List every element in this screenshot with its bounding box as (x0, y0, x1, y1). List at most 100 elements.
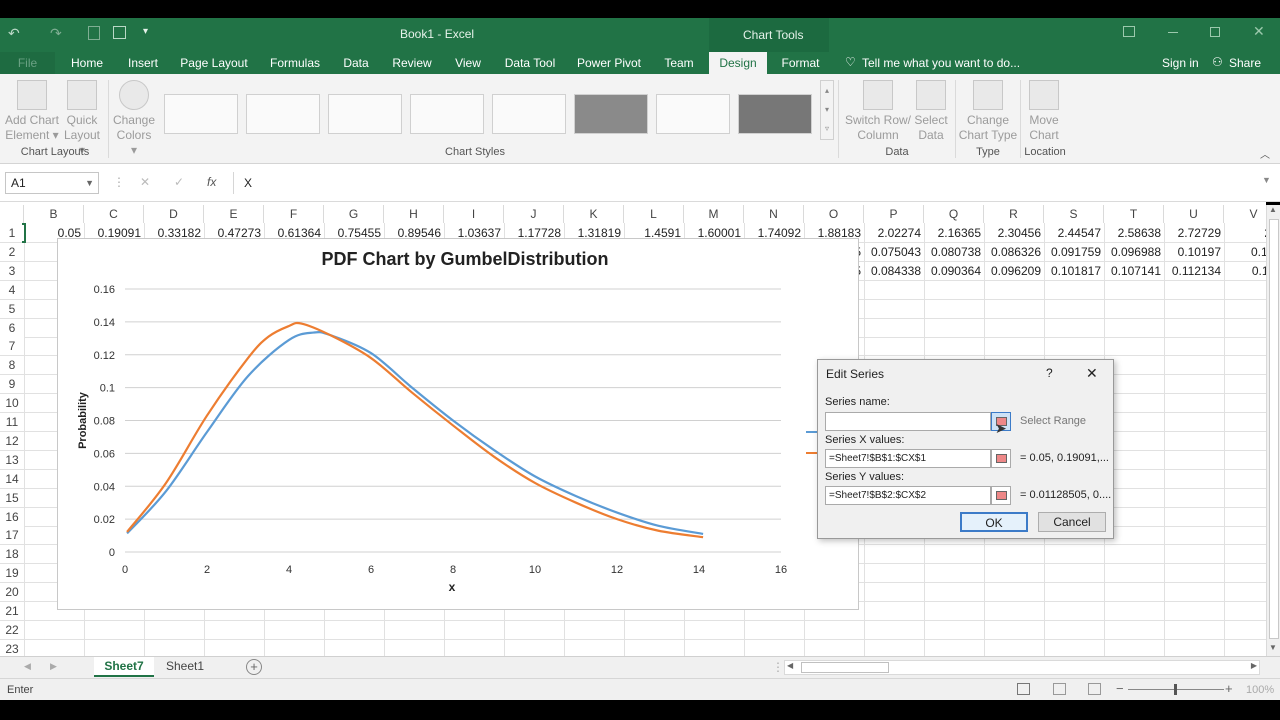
dialog-help-button[interactable]: ? (1046, 366, 1053, 380)
tab-home[interactable]: Home (62, 52, 112, 74)
page-break-view-icon[interactable] (1088, 683, 1101, 695)
share-button[interactable]: Share (1229, 56, 1261, 70)
ribbon-display-icon[interactable] (1123, 26, 1135, 37)
horizontal-scroll-thumb[interactable] (801, 662, 889, 673)
row-header[interactable]: 19 (0, 564, 24, 584)
column-header[interactable]: G (324, 205, 384, 223)
tab-view[interactable]: View (450, 52, 486, 74)
expand-formula-bar-icon[interactable]: ▼ (1262, 175, 1271, 185)
series-x-input[interactable]: =Sheet7!$B$1:$CX$1 (825, 449, 991, 468)
cell-row2[interactable]: 0.091759 (1044, 243, 1104, 262)
series-name-input[interactable] (825, 412, 991, 431)
sheet-tab-sheet1[interactable]: Sheet1 (156, 657, 214, 677)
cell-row3[interactable]: 0.116 (1224, 262, 1266, 281)
formula-content[interactable]: X (244, 176, 252, 190)
row-header[interactable]: 16 (0, 507, 24, 527)
row-header[interactable]: 7 (0, 337, 24, 357)
horizontal-scrollbar[interactable]: ◀ ▶ (784, 660, 1260, 675)
row-header[interactable]: 15 (0, 488, 24, 508)
cell-row2[interactable]: 0.075043 (864, 243, 924, 262)
row-header[interactable]: 9 (0, 375, 24, 395)
column-header[interactable]: B (24, 205, 84, 223)
normal-view-icon[interactable] (1017, 683, 1030, 695)
chart-style-2[interactable] (246, 94, 320, 134)
change-colors-button[interactable]: Change Colors ▾ (112, 80, 156, 158)
row-header[interactable]: 20 (0, 583, 24, 603)
name-box-dropdown-icon[interactable]: ▼ (85, 173, 94, 193)
cell-row1[interactable]: 2.30456 (984, 224, 1044, 243)
tab-data[interactable]: Data (338, 52, 374, 74)
cell-row1[interactable]: 2.16365 (924, 224, 984, 243)
row-header[interactable]: 12 (0, 431, 24, 451)
collapse-ribbon-icon[interactable]: ︿ (1260, 146, 1270, 161)
tab-power-pivot[interactable]: Power Pivot (574, 52, 644, 74)
chart-style-3[interactable] (328, 94, 402, 134)
row-header[interactable]: 21 (0, 602, 24, 621)
close-window-icon[interactable]: ✕ (1253, 23, 1265, 40)
chart-area[interactable]: PDF Chart by GumbelDistribution 0 0.02 0.04… (57, 238, 859, 610)
dialog-close-icon[interactable]: ✕ (1086, 365, 1098, 382)
cell-row3[interactable]: 0.107141 (1104, 262, 1164, 281)
switch-row-column-button[interactable]: Switch Row/ Column (842, 80, 914, 143)
vertical-scrollbar[interactable]: ▲ ▼ (1266, 205, 1280, 656)
column-header[interactable]: V (1224, 205, 1266, 223)
zoom-level[interactable]: 100% (1246, 684, 1274, 696)
tab-design[interactable]: Design (709, 52, 767, 74)
column-header[interactable]: I (444, 205, 504, 223)
sheet-tab-sheet7[interactable]: Sheet7 (94, 657, 154, 677)
cell-row3[interactable]: 0.090364 (924, 262, 984, 281)
row-header[interactable]: 1 (0, 224, 24, 243)
sign-in-link[interactable]: Sign in (1162, 56, 1199, 70)
gallery-scroll[interactable]: ▴ ▾ ▿ (820, 80, 834, 140)
chart-style-6[interactable] (574, 94, 648, 134)
page-layout-view-icon[interactable] (1053, 683, 1066, 695)
column-header[interactable]: Q (924, 205, 984, 223)
series-x-range-button[interactable] (991, 449, 1011, 468)
select-data-button[interactable]: Select Data (910, 80, 952, 143)
tab-insert[interactable]: Insert (122, 52, 164, 74)
restore-icon[interactable] (1210, 27, 1220, 37)
chart-style-4[interactable] (410, 94, 484, 134)
cell-row1[interactable]: 2.58638 (1104, 224, 1164, 243)
zoom-in-icon[interactable]: + (1225, 681, 1233, 696)
print-preview-icon[interactable] (88, 26, 100, 40)
cell-row2[interactable]: 0.10197 (1164, 243, 1224, 262)
move-chart-button[interactable]: Move Chart (1022, 80, 1066, 143)
tab-split-handle-icon[interactable]: ⋮ (772, 660, 784, 674)
chart-style-8[interactable] (738, 94, 812, 134)
cell-row1[interactable]: 2.72729 (1164, 224, 1224, 243)
column-header[interactable]: H (384, 205, 444, 223)
cancel-button[interactable]: Cancel (1038, 512, 1106, 532)
zoom-out-icon[interactable]: − (1116, 681, 1124, 696)
tab-review[interactable]: Review (388, 52, 436, 74)
zoom-slider-thumb[interactable] (1174, 684, 1177, 695)
ok-button[interactable]: OK (960, 512, 1028, 532)
select-all-corner[interactable] (0, 205, 24, 223)
cell-row2[interactable]: 0.106 (1224, 243, 1266, 262)
column-header[interactable]: E (204, 205, 264, 223)
tab-formulas[interactable]: Formulas (266, 52, 324, 74)
row-header[interactable]: 4 (0, 280, 24, 300)
column-header[interactable]: T (1104, 205, 1164, 223)
chart-style-1[interactable] (164, 94, 238, 134)
tab-data-tool[interactable]: Data Tool (500, 52, 560, 74)
row-header[interactable]: 10 (0, 394, 24, 414)
row-header[interactable]: 5 (0, 299, 24, 319)
add-chart-element-button[interactable]: Add Chart Element ▾ (4, 80, 60, 143)
undo-icon[interactable]: ↶ (8, 25, 20, 42)
tab-team[interactable]: Team (660, 52, 698, 74)
row-header[interactable]: 23 (0, 639, 24, 656)
column-header[interactable]: R (984, 205, 1044, 223)
cell-row2[interactable]: 0.080738 (924, 243, 984, 262)
row-header[interactable]: 3 (0, 261, 24, 281)
tell-me-box[interactable]: Tell me what you want to do... (862, 56, 1020, 70)
column-header[interactable]: N (744, 205, 804, 223)
new-sheet-button[interactable]: + (246, 659, 262, 675)
row-header[interactable]: 11 (0, 413, 24, 432)
row-header[interactable]: 17 (0, 526, 24, 546)
tab-format[interactable]: Format (773, 52, 828, 74)
row-header[interactable]: 14 (0, 469, 24, 489)
column-header[interactable]: L (624, 205, 684, 223)
prev-sheet-icon[interactable]: ◀ (24, 661, 31, 672)
minimize-icon[interactable] (1168, 32, 1178, 33)
